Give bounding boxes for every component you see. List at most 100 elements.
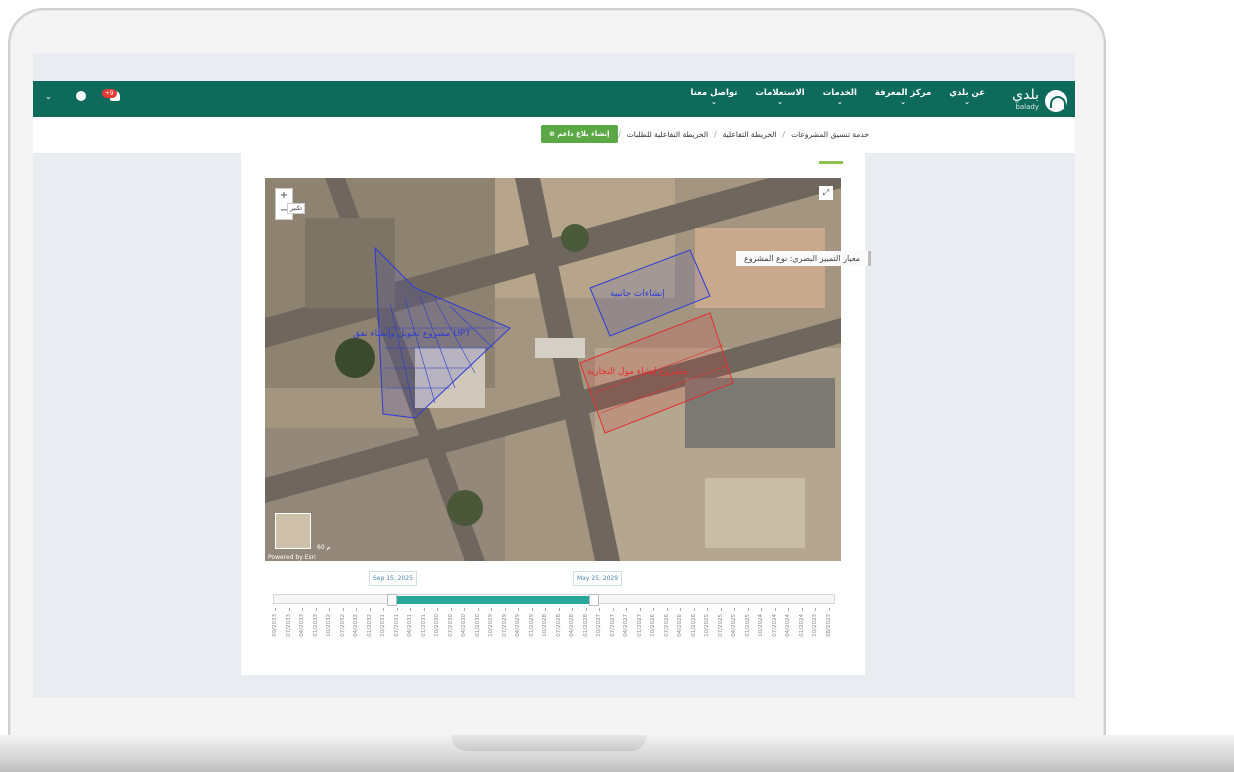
slider-tick (289, 608, 290, 611)
slider-tick (410, 608, 411, 611)
map-label-mall: مشروع إنشاء مول التجارية (587, 367, 687, 377)
slider-tick-label: 01/2033 (313, 614, 319, 637)
chevron-down-icon: ⌄ (710, 98, 717, 106)
slider-tick (653, 608, 654, 611)
slider-tick (545, 608, 546, 611)
slider-tick (680, 608, 681, 611)
breadcrumb-separator: / (782, 130, 786, 139)
slider-tick-label: 10/2023 (812, 614, 818, 637)
slider-tick (640, 608, 641, 611)
slider-tick (478, 608, 479, 611)
slider-tick (748, 608, 749, 611)
slider-tick-label: 07/2026 (664, 614, 670, 637)
map-label-tunnel: مشروع تحويل وإنشاء نفق UPT (353, 329, 471, 339)
breadcrumb-item[interactable]: الخريطة التفاعلية (723, 130, 777, 139)
breadcrumb-item[interactable]: خدمة تنسيق المشروعات (791, 130, 869, 139)
slider-tick (397, 608, 398, 611)
slider-tick-label: 04/2026 (677, 614, 683, 637)
balady-logo-icon (1045, 90, 1067, 112)
nav-item-knowledge[interactable]: مركز المعرفة ⌄ (875, 88, 931, 106)
notification-bell-icon[interactable]: +9 (101, 89, 120, 101)
create-report-button[interactable]: ⊕ إنشاء بلاغ داعم (541, 125, 618, 143)
main-nav: عن بلدي ⌄ مركز المعرفة ⌄ الخدمات ⌄ الاستعلا… (690, 88, 985, 106)
slider-tick (343, 608, 344, 611)
slider-tick-label: 10/2025 (704, 614, 710, 637)
slider-tick (667, 608, 668, 611)
map-label-side: إنشاءات جانبية (610, 289, 665, 299)
map-panel: مشروع تحويل وإنشاء نفق UPT إنشاءات جانبي… (241, 153, 871, 675)
slider-tick (626, 608, 627, 611)
slider-tick (383, 608, 384, 611)
breadcrumb-item[interactable]: الخريطة التفاعلية للطلبات (627, 130, 708, 139)
fullscreen-icon[interactable]: ⤢ (819, 186, 833, 200)
slider-tick-label: 01/2027 (637, 614, 643, 637)
chevron-down-icon: ⌄ (964, 98, 971, 106)
slider-tick (464, 608, 465, 611)
slider-tick-label: 07/2032 (340, 614, 346, 637)
slider-tick-label: 07/2028 (556, 614, 562, 637)
slider-tick-label: 10/2029 (488, 614, 494, 637)
slider-tick (694, 608, 695, 611)
browser-screen: ⌄ +9 عن بلدي ⌄ مركز المعرفة ⌄ الخدمات ⌄ الا… (33, 53, 1075, 698)
breadcrumb-separator: / (618, 130, 621, 139)
topbar-utility-icons: ⌄ +9 (45, 89, 120, 101)
slider-tick-label: 07/2029 (502, 614, 508, 637)
slider-tick (559, 608, 560, 611)
slider-tick (613, 608, 614, 611)
slider-tick-label: 08/2023 (826, 614, 832, 637)
slider-tick-label: 10/2031 (380, 614, 386, 637)
slider-tick (329, 608, 330, 611)
slider-tick (437, 608, 438, 611)
slider-tick-label: 10/2027 (596, 614, 602, 637)
slider-tick (775, 608, 776, 611)
nav-item-about[interactable]: عن بلدي ⌄ (949, 88, 985, 106)
zoom-tooltip: تكبير (287, 203, 305, 214)
slider-range-fill (395, 596, 591, 604)
nav-item-inquiries[interactable]: الاستعلامات ⌄ (755, 88, 804, 106)
breadcrumb-bar: خدمة تنسيق المشروعات / الخريطة التفاعلية… (33, 117, 1075, 153)
breadcrumb-separator: / (714, 130, 717, 139)
slider-tick (586, 608, 587, 611)
slider-tick-label: 01/2024 (799, 614, 805, 637)
balady-logo[interactable]: بلدي balady (1012, 88, 1067, 113)
slider-tick-label: 01/2032 (367, 614, 373, 637)
slider-tick-label: 04/2029 (515, 614, 521, 637)
slider-tick (532, 608, 533, 611)
laptop-notch (452, 735, 646, 751)
zoom-in-button[interactable]: + (276, 189, 292, 204)
slider-tick (761, 608, 762, 611)
chevron-down-icon: ⌄ (900, 98, 906, 106)
slider-tick (424, 608, 425, 611)
slider-tick-label: 01/2029 (529, 614, 535, 637)
nav-item-services[interactable]: الخدمات ⌄ (823, 88, 857, 106)
slider-tick-label: 09/2033 (272, 614, 278, 637)
basemap-thumbnail[interactable] (275, 513, 311, 549)
slider-tick-label: 07/2033 (286, 614, 292, 637)
top-navigation-bar: ⌄ +9 عن بلدي ⌄ مركز المعرفة ⌄ الخدمات ⌄ الا… (33, 81, 1075, 117)
map-attribution: Powered by Esri (268, 554, 316, 561)
slider-start-handle[interactable] (387, 594, 397, 606)
globe-icon[interactable] (75, 91, 86, 101)
slider-tick-label: 04/2025 (731, 614, 737, 637)
slider-end-handle[interactable] (589, 594, 599, 606)
slider-tick-label: 01/2031 (421, 614, 427, 637)
slider-tick (815, 608, 816, 611)
interactive-map[interactable]: مشروع تحويل وإنشاء نفق UPT إنشاءات جانبي… (265, 178, 841, 561)
end-date-label: May 25, 2029 (573, 571, 623, 586)
slider-ticks: 09/2033 07/2033 04/2033 01/2033 10/2032 07/20… (272, 608, 833, 652)
scale-bar: 60 م (317, 544, 331, 551)
slider-tick (721, 608, 722, 611)
slider-tick-label: 01/2026 (691, 614, 697, 637)
breadcrumb: خدمة تنسيق المشروعات / الخريطة التفاعلية… (618, 130, 869, 139)
slider-tick-label: 07/2027 (610, 614, 616, 637)
slider-tick (491, 608, 492, 611)
slider-tick-label: 04/2024 (785, 614, 791, 637)
chevron-down-icon[interactable]: ⌄ (45, 92, 52, 101)
nav-item-contact[interactable]: تواصل معنا ⌄ (690, 88, 737, 106)
slider-tick (802, 608, 803, 611)
slider-tick (316, 608, 317, 611)
slider-tick (734, 608, 735, 611)
slider-tick-label: 01/2030 (475, 614, 481, 637)
slider-tick-label: 10/2024 (758, 614, 764, 637)
slider-tick (356, 608, 357, 611)
